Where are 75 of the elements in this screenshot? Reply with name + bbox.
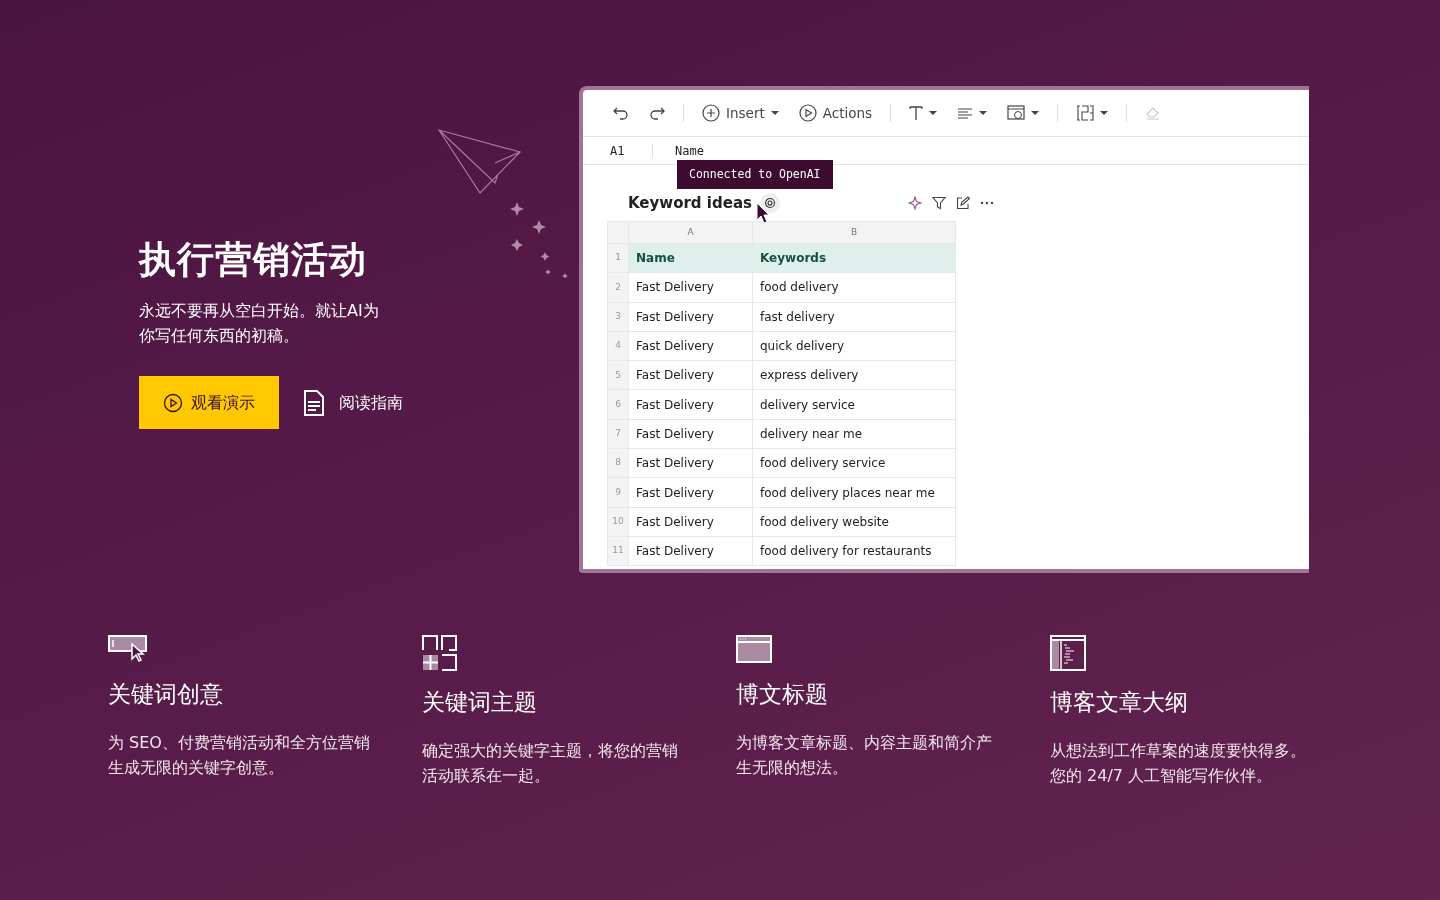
sheet-title: Keyword ideas	[628, 192, 752, 214]
table-cell: Fast Delivery	[628, 507, 753, 537]
watch-demo-button[interactable]: 观看演示	[139, 376, 279, 430]
align-left-icon	[957, 107, 974, 119]
feature-description: 为博客文章标题、内容主题和简介产生无限的想法。	[736, 731, 993, 779]
feature-title: 关键词主题	[422, 688, 538, 717]
ai-connection-icon[interactable]	[759, 193, 780, 213]
row-number: 6	[607, 390, 629, 420]
cell-reference: A1	[583, 143, 653, 158]
header-cell: Name	[628, 243, 753, 273]
table-cell: food delivery for restaurants	[752, 536, 956, 566]
outline-document-icon	[1050, 635, 1086, 671]
feature-title: 博客文章大纲	[1050, 688, 1189, 717]
row-number: 9	[607, 477, 629, 508]
header-cell: Keywords	[752, 243, 956, 273]
sparkle-icon[interactable]	[907, 196, 922, 210]
tooltip: Connected to OpenAI	[677, 160, 833, 190]
table-cell: Fast Delivery	[628, 360, 753, 390]
read-guide-link[interactable]: 阅读指南	[279, 388, 403, 417]
table-cell: Fast Delivery	[628, 272, 753, 303]
row-number: 3	[607, 302, 629, 332]
table-cell: food delivery places near me	[752, 477, 956, 508]
grid-add-icon	[422, 635, 458, 671]
table-cell: quick delivery	[752, 331, 956, 361]
table-cell: Fast Delivery	[628, 536, 753, 566]
table-cell: Fast Delivery	[628, 390, 753, 420]
hero-title: 执行营销活动	[139, 238, 368, 283]
row-number: 10	[607, 507, 629, 537]
table-cell: Fast Delivery	[628, 477, 753, 508]
row-number: 7	[607, 419, 629, 449]
widget-icon	[1007, 105, 1026, 121]
document-icon	[303, 388, 325, 417]
column-header[interactable]: B	[752, 221, 956, 244]
feature-title: 博文标题	[736, 680, 829, 709]
feature-description: 确定强大的关键字主题，将您的营销活动联系在一起。	[422, 739, 679, 787]
table-cell: delivery service	[752, 390, 956, 420]
mouse-cursor-icon	[756, 202, 770, 224]
table-cell: food delivery website	[752, 507, 956, 537]
table-cell: express delivery	[752, 360, 956, 390]
table-cell: Fast Delivery	[628, 419, 753, 449]
caret-icon	[929, 110, 938, 116]
table-cell: food delivery	[752, 272, 956, 303]
row-number: 1	[607, 243, 629, 273]
filter-icon[interactable]	[931, 196, 946, 210]
feature-description: 从想法到工作草案的速度要快得多。您的 24/7 人工智能写作伙伴。	[1050, 739, 1307, 787]
play-icon	[163, 392, 183, 413]
table-cell: delivery near me	[752, 419, 956, 449]
actions-button[interactable]: Actions	[790, 98, 881, 128]
feature-description: 为 SEO、付费营销活动和全方位营销生成无限的关键字创意。	[108, 731, 371, 779]
table-cell: Fast Delivery	[628, 331, 753, 361]
caret-icon	[1031, 110, 1040, 116]
plus-icon	[702, 104, 720, 122]
row-number: 8	[607, 448, 629, 478]
play-icon	[798, 104, 817, 122]
hero-subtitle: 永远不要再从空白开始。就让AI为你写任何东西的初稿。	[139, 300, 380, 348]
text-icon	[909, 105, 924, 121]
table-cell: food delivery service	[752, 448, 956, 478]
table-cell: Fast Delivery	[628, 302, 753, 332]
edit-icon[interactable]	[955, 196, 970, 210]
row-number: 11	[607, 536, 629, 566]
input-cursor-icon	[108, 635, 148, 663]
caret-icon	[770, 110, 779, 116]
table-cell: fast delivery	[752, 302, 956, 332]
row-number: 2	[607, 272, 629, 303]
formula-value: Name	[674, 143, 704, 158]
table-cell: Fast Delivery	[628, 448, 753, 478]
insert-button[interactable]: Insert	[694, 98, 787, 128]
browser-window-icon	[736, 635, 772, 663]
feature-title: 关键词创意	[108, 680, 224, 709]
caret-icon	[1100, 110, 1109, 116]
number-icon	[1076, 105, 1095, 121]
caret-icon	[979, 110, 988, 116]
column-header[interactable]: A	[628, 221, 753, 244]
row-number: 4	[607, 331, 629, 361]
row-number: 5	[607, 360, 629, 390]
